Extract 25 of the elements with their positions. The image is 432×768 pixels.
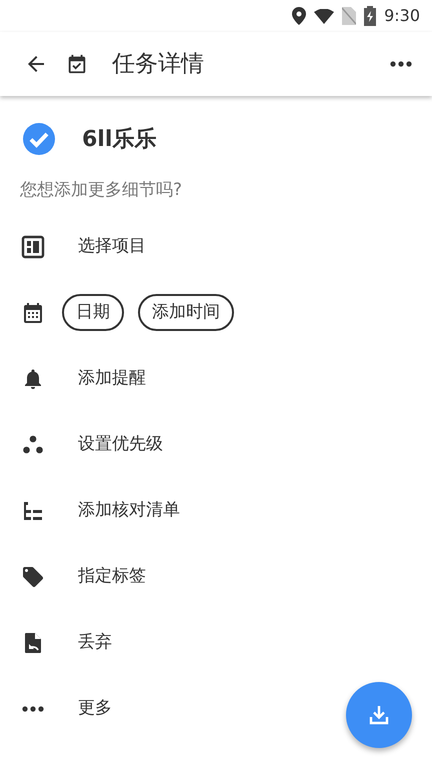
- calendar-icon: [21, 300, 45, 324]
- status-time: 9:30: [384, 5, 420, 27]
- menu-item[interactable]: 丢弃: [0, 610, 432, 676]
- location-icon: [292, 7, 306, 25]
- menu-item[interactable]: 选择项目: [0, 214, 432, 280]
- menu-item[interactable]: 添加核对清单: [0, 478, 432, 544]
- task-title: 6ll乐乐: [82, 126, 156, 154]
- more-icon: [21, 706, 45, 712]
- tag-icon: [21, 564, 45, 588]
- screen-title: 任务详情: [112, 50, 205, 79]
- download-icon: [367, 703, 391, 727]
- project-icon: [21, 234, 45, 258]
- wifi-icon: [314, 8, 334, 24]
- no-sim-icon: [342, 7, 356, 25]
- chip-button[interactable]: 添加时间: [138, 294, 234, 332]
- menu-item[interactable]: 指定标签: [0, 544, 432, 610]
- more-icon: [390, 61, 412, 67]
- menu-item[interactable]: 设置优先级: [0, 412, 432, 478]
- save-button[interactable]: [346, 682, 412, 748]
- battery-charging-icon: [364, 6, 376, 26]
- chip-button[interactable]: 日期: [62, 294, 124, 332]
- details-prompt: 您想添加更多细节吗?: [19, 179, 184, 202]
- menu-item[interactable]: 添加提醒: [0, 346, 432, 412]
- calendar-check-icon: [66, 53, 88, 75]
- menu-item[interactable]: 更多: [0, 676, 432, 742]
